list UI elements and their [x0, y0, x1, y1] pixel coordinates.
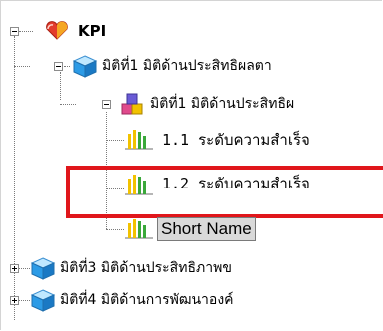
tree-node-subdimension-1[interactable]: มิติที่1 มิติด้านประสิทธิผ	[150, 94, 294, 114]
tree-connector	[60, 104, 76, 105]
cube-icon	[30, 289, 56, 312]
highlight-box	[66, 166, 383, 218]
tree-connector	[106, 229, 124, 230]
tree-node-dimension-1[interactable]: มิติที่1 มิติด้านประสิทธิผลตา	[102, 56, 272, 76]
cube-icon	[72, 55, 98, 78]
blocks-icon	[121, 93, 143, 115]
bar-chart-icon	[125, 219, 153, 239]
tree-connector	[14, 36, 15, 320]
cube-icon	[30, 257, 56, 280]
tree-connector	[64, 66, 70, 67]
tree-node-kpi[interactable]: KPI	[78, 21, 106, 41]
tree-node-kpi-1-1[interactable]: 1.1 ระดับความสำเร็จ	[162, 130, 310, 150]
tree-connector	[60, 72, 61, 100]
heart-icon	[46, 21, 68, 40]
tree-node-dimension-4[interactable]: มิติที่4 มิติด้านการพัฒนาองค์	[60, 290, 234, 310]
tree-connector	[106, 140, 124, 141]
tree-connector	[19, 31, 33, 32]
bar-chart-icon	[125, 130, 153, 150]
expand-toggle[interactable]	[10, 296, 19, 305]
tree-view	[0, 0, 382, 330]
tree-connector	[14, 66, 30, 67]
tree-node-editing-short-name[interactable]: Short Name	[157, 217, 256, 241]
tree-node-dimension-3[interactable]: มิติที่3 มิติด้านประสิทธิภาพข	[60, 258, 232, 278]
collapse-toggle[interactable]	[102, 100, 111, 109]
expand-toggle[interactable]	[10, 264, 19, 273]
collapse-toggle[interactable]	[10, 27, 19, 36]
collapse-toggle[interactable]	[54, 62, 63, 71]
